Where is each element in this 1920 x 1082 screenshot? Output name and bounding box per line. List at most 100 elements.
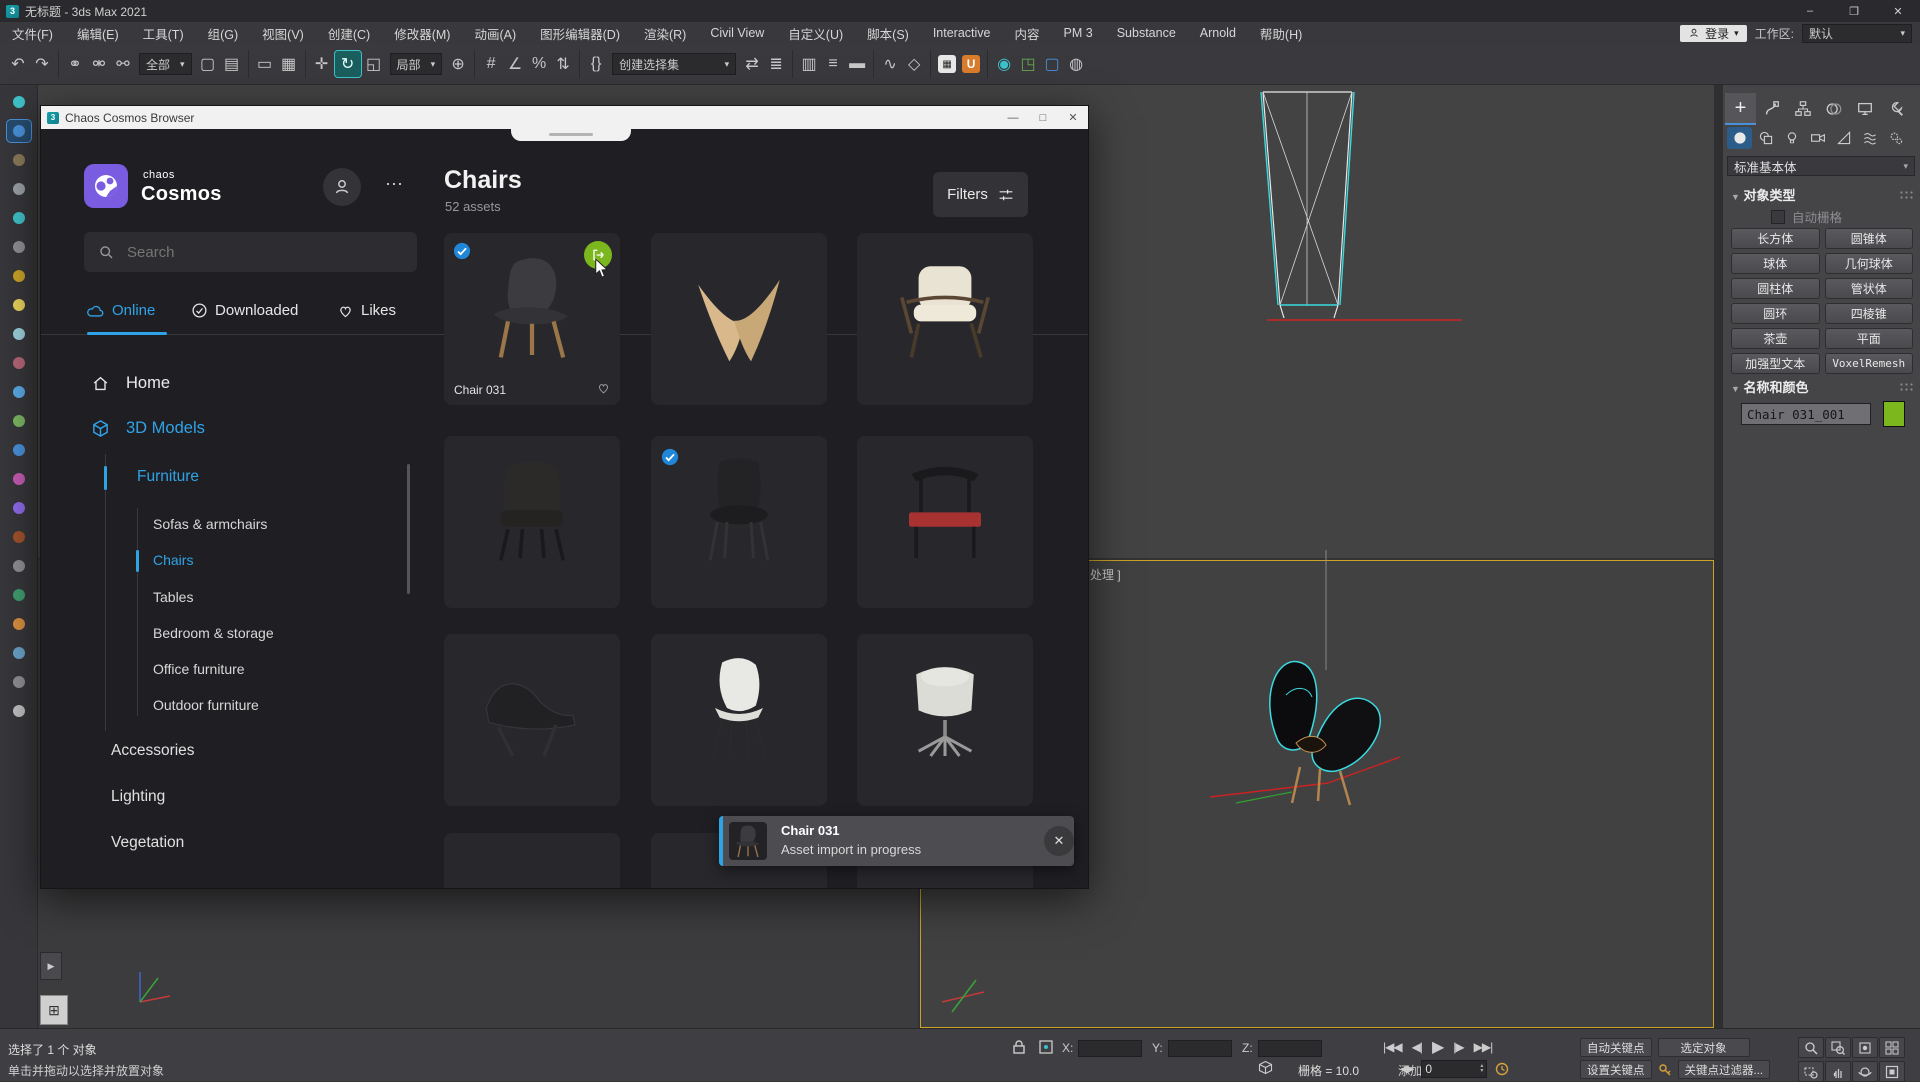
geometry-category-icon[interactable] [1727,127,1752,149]
asset-card[interactable] [651,233,827,405]
left-toolbar-icon[interactable] [7,381,31,403]
transform-center-icon[interactable] [1038,1039,1054,1055]
asset-card[interactable] [651,634,827,806]
key-filters-button[interactable]: 关键点过滤器... [1678,1060,1771,1079]
left-toolbar-icon[interactable] [7,265,31,287]
left-toolbar-icon[interactable] [7,149,31,171]
plane-button[interactable]: 平面 [1825,328,1914,349]
autogrid-checkbox[interactable] [1771,210,1785,224]
rendered-frame-window-icon[interactable]: ▢ [1040,49,1064,79]
unlink-selection-icon[interactable]: ⚮ [87,49,111,79]
selection-filter-dropdown[interactable]: 全部 ▾ [139,53,192,75]
edit-named-selection-sets-icon[interactable]: {} [584,49,608,79]
cone-button[interactable]: 圆锥体 [1825,228,1914,249]
like-heart-icon[interactable] [596,381,611,395]
left-toolbar-icon[interactable] [7,323,31,345]
menu-group[interactable]: 组(G) [196,22,251,44]
search-box[interactable] [84,232,417,272]
filters-button[interactable]: Filters [933,172,1028,217]
lights-category-icon[interactable] [1779,127,1804,149]
search-input[interactable] [125,243,389,262]
sidebar-item-office-furniture[interactable]: Office furniture [153,661,245,677]
menu-interactive[interactable]: Interactive [921,22,1003,44]
frame-spinner-down-icon[interactable]: ▾ [1480,1069,1483,1074]
cosmos-close-button[interactable]: ✕ [1058,106,1088,129]
align-icon[interactable]: ≣ [764,49,788,79]
zoom-all-views-icon[interactable] [1825,1037,1851,1058]
left-toolbar-icon[interactable] [7,294,31,316]
previous-frame-button[interactable]: ◀| [1412,1040,1422,1054]
voxelremesh-button[interactable]: VoxelRemesh [1825,353,1914,374]
sidebar-item-outdoor-furniture[interactable]: Outdoor furniture [153,697,259,713]
viewport-label-fragment[interactable]: 处理 ] [1090,566,1121,583]
sidebar-item-bedroom-storage[interactable]: Bedroom & storage [153,625,274,641]
left-toolbar-icon[interactable] [7,613,31,635]
account-button[interactable] [323,168,361,206]
menu-content[interactable]: 内容 [1003,22,1052,44]
asset-card[interactable] [444,833,620,889]
menu-views[interactable]: 视图(V) [250,22,316,44]
mirror-icon[interactable]: ⇄ [740,49,764,79]
left-toolbar-icon[interactable] [7,439,31,461]
textplus-button[interactable]: 加强型文本 [1731,353,1820,374]
select-and-move-icon[interactable]: ✛ [310,49,334,79]
menu-arnold[interactable]: Arnold [1188,22,1248,44]
menu-file[interactable]: 文件(F) [0,22,65,44]
pan-view-icon[interactable] [1825,1061,1851,1082]
menu-substance[interactable]: Substance [1105,22,1188,44]
sidebar-item-tables[interactable]: Tables [153,589,193,605]
scene-explorer-flyout-button[interactable]: ▶ [40,952,62,980]
orbit-icon[interactable] [1852,1061,1878,1082]
sidebar-item-chairs[interactable]: Chairs [153,552,193,568]
menu-scripting[interactable]: 脚本(S) [855,22,921,44]
time-configuration-icon[interactable] [1495,1062,1510,1077]
create-tab[interactable]: + [1725,93,1756,125]
angle-snap-icon[interactable]: ∠ [503,49,527,79]
menu-rendering[interactable]: 渲染(R) [632,22,698,44]
object-name-field[interactable] [1741,403,1871,425]
scene-explorer-toggle-icon[interactable]: ▥ [797,49,821,79]
select-and-place-icon[interactable]: ⊕ [446,49,470,79]
toast-close-button[interactable]: ✕ [1044,826,1074,856]
hierarchy-tab[interactable] [1787,94,1818,124]
sphere-button[interactable]: 球体 [1731,253,1820,274]
asset-card[interactable] [444,436,620,608]
sidebar-item-lighting[interactable]: Lighting [111,788,165,806]
material-editor-icon[interactable]: ◉ [992,49,1016,79]
asset-card[interactable] [651,436,827,608]
primitive-type-dropdown[interactable]: 标准基本体 ▾ [1727,156,1915,176]
schematic-view-icon[interactable]: ◇ [902,49,926,79]
go-to-start-button[interactable]: |◀◀ [1383,1040,1402,1054]
select-object-icon[interactable]: ▢ [196,49,220,79]
y-coordinate-field[interactable] [1168,1040,1232,1057]
pyramid-button[interactable]: 四棱锥 [1825,303,1914,324]
selection-lock-icon[interactable] [1012,1039,1026,1055]
asset-card-chair-031[interactable]: Chair 031 [444,233,620,405]
tab-downloaded[interactable]: Downloaded [191,302,298,319]
more-menu-button[interactable]: ⋯ [385,174,403,195]
sidebar-item-accessories[interactable]: Accessories [111,742,195,760]
key-nudge-icon[interactable]: ◀▶ [1400,1064,1413,1075]
panel-splitter[interactable] [1714,85,1723,1035]
maximize-viewport-toggle-icon[interactable] [1879,1061,1905,1082]
spinner-snap-icon[interactable]: ⇅ [551,49,575,79]
tab-likes[interactable]: Likes [337,302,396,319]
key-icon[interactable] [1658,1063,1672,1077]
teapot-button[interactable]: 茶壶 [1731,328,1820,349]
geosphere-button[interactable]: 几何球体 [1825,253,1914,274]
zoom-icon[interactable] [1798,1037,1824,1058]
left-toolbar-icon[interactable] [7,526,31,548]
left-toolbar-icon[interactable] [7,497,31,519]
zoom-extents-icon[interactable] [1852,1037,1878,1058]
menu-modifiers[interactable]: 修改器(M) [382,22,462,44]
select-and-link-icon[interactable]: ⚭ [63,49,87,79]
play-button[interactable]: ▶ [1432,1037,1443,1057]
render-production-icon[interactable]: ◍ [1064,49,1088,79]
select-by-name-icon[interactable]: ▤ [220,49,244,79]
zoom-region-icon[interactable] [1798,1061,1824,1082]
asset-card[interactable] [857,233,1033,405]
select-and-rotate-icon[interactable]: ↻ [334,50,362,78]
tab-online[interactable]: Online [87,302,155,319]
current-frame-field[interactable]: 0 ▴ ▾ [1421,1060,1487,1078]
menu-tools[interactable]: 工具(T) [131,22,196,44]
